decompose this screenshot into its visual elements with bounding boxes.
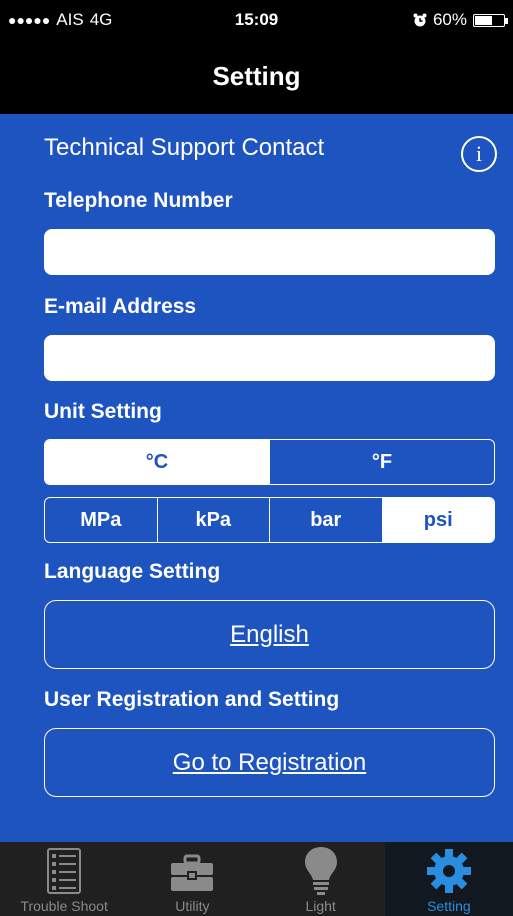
telephone-label: Telephone Number — [44, 189, 233, 212]
tab-trouble-shoot[interactable]: Trouble Shoot — [0, 842, 128, 916]
go-to-registration-button[interactable]: Go to Registration — [44, 728, 495, 797]
tab-utility[interactable]: Utility — [128, 842, 256, 916]
language-setting-label: Language Setting — [44, 560, 221, 583]
tab-setting[interactable]: Setting — [384, 842, 513, 916]
page-title: Setting — [212, 60, 301, 91]
pressure-unit-selector: MPa kPa bar psi — [44, 497, 495, 543]
tab-light-label: Light — [305, 898, 336, 914]
language-button[interactable]: English — [44, 600, 495, 669]
settings-content: Technical Support Contact i Telephone Nu… — [0, 114, 513, 842]
unit-setting-label: Unit Setting — [44, 400, 162, 423]
tab-trouble-shoot-label: Trouble Shoot — [20, 898, 108, 914]
battery-icon — [473, 13, 508, 27]
battery-percent: 60% — [432, 10, 467, 29]
gear-icon — [426, 849, 471, 893]
technical-support-title: Technical Support Contact — [44, 134, 325, 161]
toolbox-icon — [171, 854, 214, 891]
lightbulb-icon — [304, 847, 337, 895]
registration-label: User Registration and Setting — [44, 688, 340, 711]
alarm-clock-icon — [413, 13, 427, 27]
unit-mpa-option[interactable]: MPa — [45, 498, 157, 542]
email-label: E-mail Address — [44, 295, 197, 318]
language-value: English — [230, 620, 309, 648]
temperature-unit-selector: °C °F — [44, 439, 495, 485]
battery-fill — [475, 15, 492, 25]
status-right: 60% — [413, 10, 508, 30]
unit-kpa-option[interactable]: kPa — [156, 498, 270, 542]
registration-button-label: Go to Registration — [172, 748, 367, 776]
tab-light[interactable]: Light — [257, 842, 385, 916]
status-bar: ●●●●● AIS 4G 15:09 60% — [0, 0, 513, 40]
unit-celsius-option[interactable]: °C — [45, 440, 269, 484]
tab-bar: Trouble Shoot Utility Light Setting — [0, 842, 513, 916]
unit-psi-option[interactable]: psi — [381, 498, 494, 542]
tab-utility-label: Utility — [175, 898, 210, 914]
info-icon: i — [475, 141, 483, 166]
list-icon — [47, 848, 82, 894]
tab-setting-label: Setting — [427, 898, 471, 914]
email-field[interactable] — [44, 335, 495, 381]
info-button[interactable]: i — [461, 136, 497, 172]
unit-bar-option[interactable]: bar — [269, 498, 382, 542]
navigation-bar: Setting — [0, 40, 513, 112]
telephone-field[interactable] — [44, 229, 495, 275]
unit-fahrenheit-option[interactable]: °F — [269, 440, 494, 484]
